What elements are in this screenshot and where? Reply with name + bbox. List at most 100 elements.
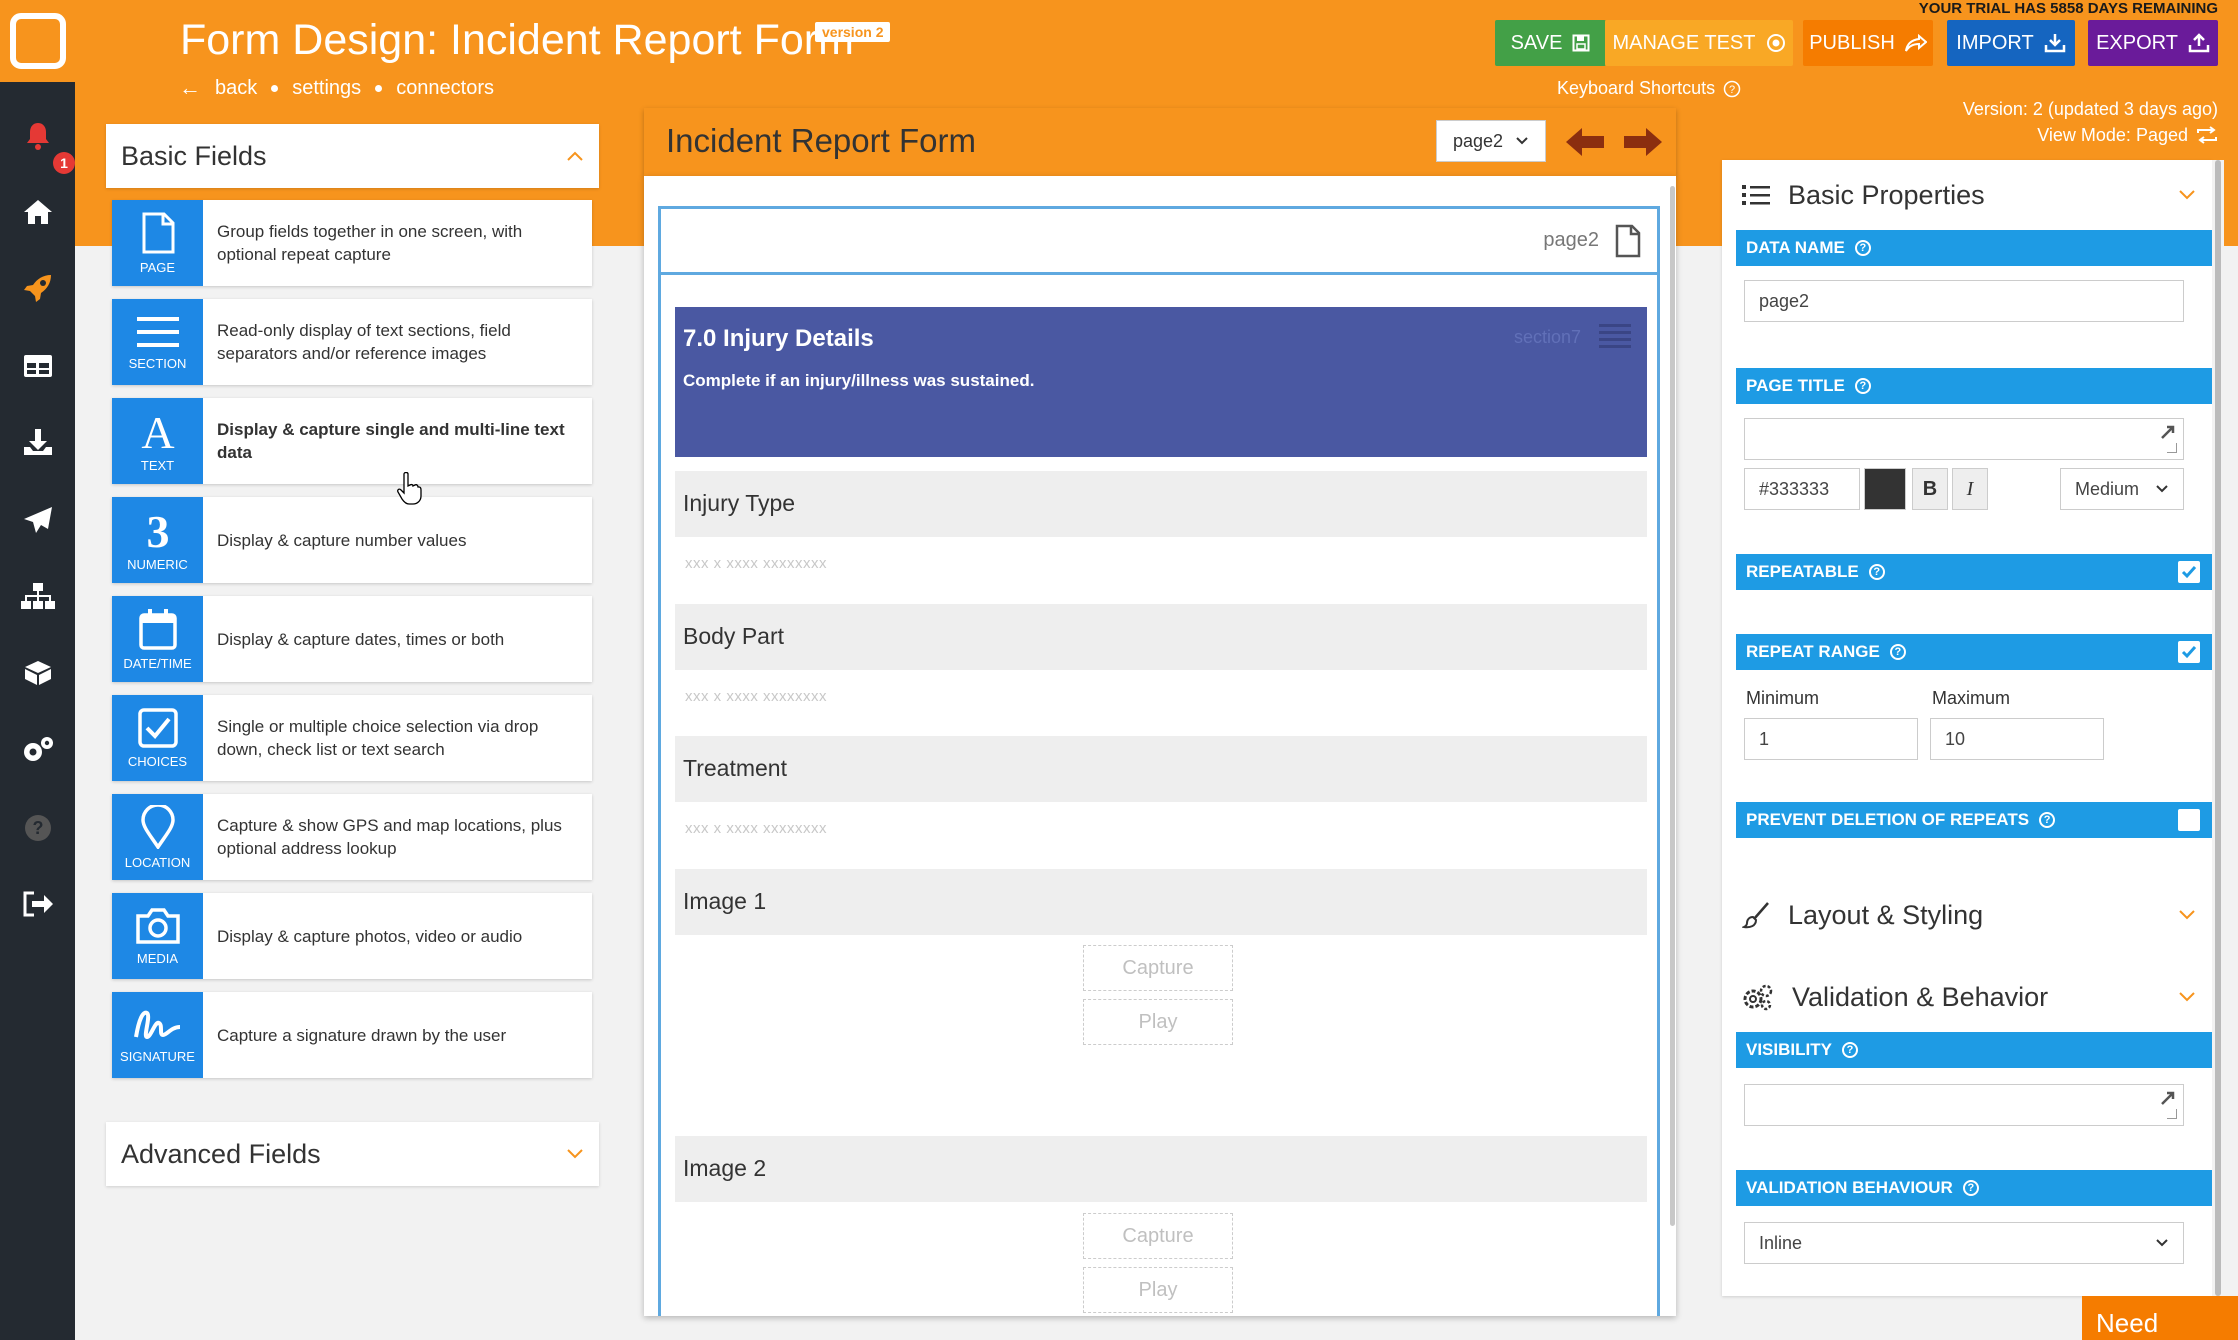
field-item-datetime[interactable]: DATE/TIME Display & capture dates, times… [112, 596, 592, 682]
color-input[interactable]: #333333 [1744, 468, 1860, 510]
help-circle-icon[interactable]: ? [2039, 812, 2056, 828]
capture-button[interactable]: Capture [1083, 945, 1233, 991]
layout-styling-header[interactable]: Layout & Styling [1722, 884, 2212, 946]
field-item-desc: Display & capture photos, video or audio [217, 926, 523, 946]
breadcrumb-settings[interactable]: settings [292, 77, 361, 100]
download-icon[interactable] [0, 412, 75, 472]
page-scrollbar-thumb[interactable] [2215, 160, 2221, 1296]
repeat-range-checkbox[interactable] [2178, 641, 2200, 663]
page-label-bar[interactable]: page2 [661, 209, 1657, 275]
minimum-input[interactable]: 1 [1744, 718, 1918, 760]
field-item-signature[interactable]: SIGNATURE Capture a signature drawn by t… [112, 992, 592, 1078]
next-page-arrow-icon[interactable] [1622, 126, 1664, 158]
drag-handle-icon[interactable] [1599, 321, 1631, 351]
keyboard-shortcuts-link[interactable]: Keyboard Shortcuts ? [1557, 78, 1741, 99]
breadcrumb-connectors[interactable]: connectors [396, 77, 494, 100]
prev-page-arrow-icon[interactable] [1564, 126, 1606, 158]
send-icon[interactable] [0, 490, 75, 550]
export-button[interactable]: EXPORT [2088, 20, 2218, 66]
page-scrollbar[interactable] [2212, 160, 2224, 1296]
manage-test-button[interactable]: MANAGE TEST [1605, 20, 1793, 66]
help-icon[interactable]: ? [0, 798, 75, 858]
validation-behaviour-select[interactable]: Inline [1744, 1222, 2184, 1264]
bold-toggle[interactable]: B [1912, 468, 1948, 510]
validation-behavior-header[interactable]: Validation & Behavior [1722, 966, 2212, 1028]
rocket-icon[interactable] [0, 258, 75, 318]
data-name-input[interactable]: page2 [1744, 280, 2184, 322]
view-mode-toggle[interactable]: View Mode: Paged [1963, 122, 2218, 148]
basic-fields-header[interactable]: Basic Fields [106, 124, 599, 188]
field-item-choices[interactable]: CHOICES Single or multiple choice select… [112, 695, 592, 781]
repeatable-checkbox[interactable] [2178, 561, 2200, 583]
resize-handle[interactable] [2167, 1109, 2177, 1119]
italic-toggle[interactable]: I [1952, 468, 1988, 510]
field-item-location[interactable]: LOCATION Capture & show GPS and map loca… [112, 794, 592, 880]
size-select[interactable]: Medium [2060, 468, 2184, 510]
field-item-label: PAGE [139, 259, 176, 275]
field-label-treatment[interactable]: Treatment [675, 736, 1647, 802]
section-block[interactable]: 7.0 Injury Details Complete if an injury… [675, 307, 1647, 457]
section-subtitle: Complete if an injury/illness was sustai… [683, 371, 1035, 390]
field-label-image-2[interactable]: Image 2 [675, 1136, 1647, 1202]
view-mode-text: View Mode: Paged [2037, 125, 2188, 145]
table-icon[interactable] [0, 336, 75, 396]
capture-button[interactable]: Capture [1083, 1213, 1233, 1259]
help-circle-icon[interactable]: ? [1868, 564, 1885, 580]
field-label-injury-type[interactable]: Injury Type [675, 471, 1647, 537]
play-button[interactable]: Play [1083, 1267, 1233, 1313]
import-label: IMPORT [1956, 31, 2034, 54]
import-button[interactable]: IMPORT [1947, 20, 2075, 66]
app-logo[interactable] [0, 0, 75, 82]
visibility-input[interactable] [1744, 1084, 2184, 1126]
chevron-down-icon [1516, 137, 1528, 145]
import-icon [2044, 34, 2065, 53]
expand-editor-icon[interactable] [2159, 423, 2177, 441]
publish-button[interactable]: PUBLISH [1803, 20, 1933, 66]
help-circle-icon[interactable]: ? [1841, 1042, 1858, 1058]
calendar-icon [138, 608, 177, 650]
basic-properties-header[interactable]: Basic Properties [1722, 164, 2212, 226]
field-item-text[interactable]: A TEXT Display & capture single and mult… [112, 398, 592, 484]
field-label-body-part[interactable]: Body Part [675, 604, 1647, 670]
field-item-media[interactable]: MEDIA Display & capture photos, video or… [112, 893, 592, 979]
resize-handle[interactable] [2167, 443, 2177, 453]
breadcrumb-back[interactable]: back [215, 77, 257, 100]
back-arrow-icon[interactable]: ← [179, 75, 201, 101]
canvas-scrollbar[interactable] [1670, 186, 1675, 1226]
text-icon: A [141, 410, 174, 452]
field-placeholder: xxx x xxxx xxxxxxxx [685, 688, 828, 705]
field-item-page[interactable]: PAGE Group fields together in one screen… [112, 200, 592, 286]
field-item-section[interactable]: SECTION Read-only display of text sectio… [112, 299, 592, 385]
play-button[interactable]: Play [1083, 999, 1233, 1045]
color-swatch[interactable] [1864, 468, 1906, 510]
field-label-image-1[interactable]: Image 1 [675, 869, 1647, 935]
expand-editor-icon[interactable] [2159, 1089, 2177, 1107]
check-icon [2181, 566, 2197, 579]
field-item-desc: Read-only display of text sections, fiel… [217, 321, 511, 363]
settings-gears-icon[interactable] [0, 720, 75, 780]
help-circle-icon[interactable]: ? [1854, 240, 1871, 256]
field-item-numeric[interactable]: 3 NUMERIC Display & capture number value… [112, 497, 592, 583]
page-container[interactable]: page2 7.0 Injury Details Complete if an … [658, 206, 1660, 1316]
page-select[interactable]: page2 [1436, 120, 1546, 162]
field-item-desc: Single or multiple choice selection via … [217, 717, 539, 759]
maximum-input[interactable]: 10 [1930, 718, 2104, 760]
version-info: Version: 2 (updated 3 days ago) View Mod… [1963, 96, 2218, 148]
page-title-input[interactable] [1744, 418, 2184, 460]
size-select-value: Medium [2075, 478, 2140, 499]
svg-text:3: 3 [146, 509, 169, 551]
save-button[interactable]: SAVE [1495, 20, 1606, 66]
help-circle-icon[interactable]: ? [1889, 644, 1906, 660]
box-icon[interactable] [0, 642, 75, 702]
page-title-bar: PAGE TITLE ? [1736, 368, 2222, 404]
help-circle-icon[interactable]: ? [1962, 1180, 1979, 1196]
logout-icon[interactable] [0, 874, 75, 934]
home-icon[interactable] [0, 182, 75, 242]
prevent-deletion-checkbox[interactable] [2178, 809, 2200, 831]
help-circle-icon[interactable]: ? [1854, 378, 1871, 394]
field-item-desc: Capture & show GPS and map locations, pl… [217, 816, 562, 858]
datetime-field-icon: DATE/TIME [112, 596, 203, 682]
sitemap-icon[interactable] [0, 566, 75, 626]
need-help-button[interactable]: Need Help? [2082, 1296, 2238, 1340]
advanced-fields-header[interactable]: Advanced Fields [106, 1122, 599, 1186]
